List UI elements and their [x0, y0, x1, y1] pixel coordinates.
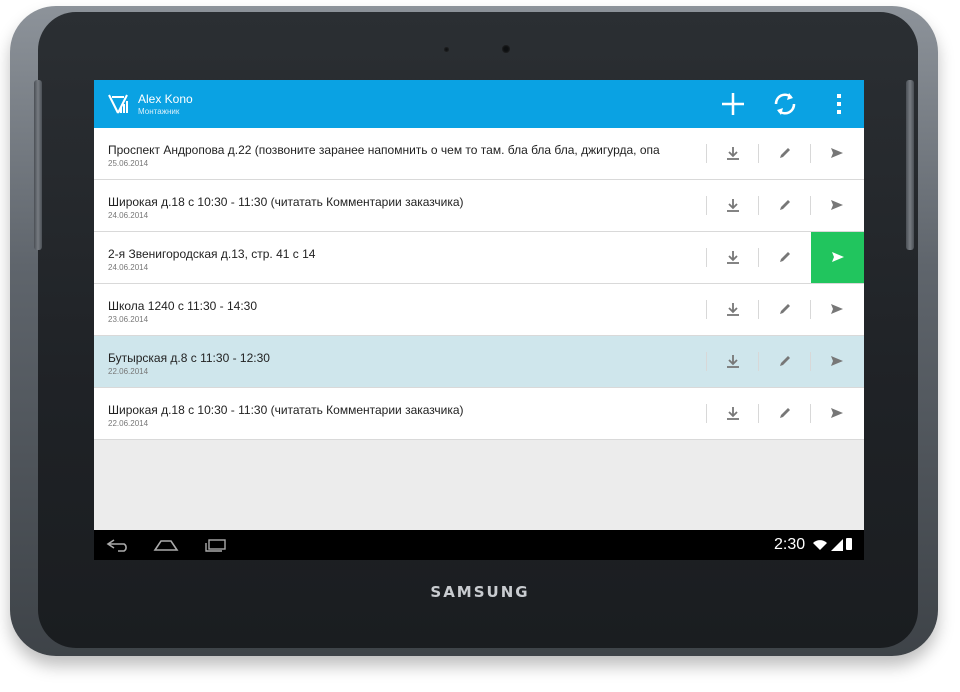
home-button[interactable]	[152, 536, 180, 554]
order-date: 25.06.2014	[108, 159, 149, 168]
download-icon	[727, 407, 739, 420]
download-icon	[727, 355, 739, 368]
send-icon	[831, 200, 843, 210]
order-date: 24.06.2014	[108, 263, 149, 272]
pencil-icon	[780, 408, 790, 418]
home-icon	[153, 540, 179, 551]
send-icon	[831, 148, 843, 158]
send-icon	[831, 408, 843, 418]
download-button[interactable]	[721, 297, 745, 321]
send-button-active[interactable]	[811, 232, 864, 283]
system-nav-bar: 2:30	[94, 530, 864, 560]
pencil-icon	[780, 356, 790, 366]
send-button[interactable]	[825, 349, 849, 373]
left-grip	[34, 80, 42, 250]
download-icon	[727, 199, 739, 212]
divider	[758, 300, 759, 319]
send-button[interactable]	[825, 297, 849, 321]
download-button[interactable]	[721, 193, 745, 217]
edit-button[interactable]	[773, 297, 797, 321]
right-grip	[906, 80, 914, 250]
divider	[706, 248, 707, 267]
order-title: Школа 1240 с 11:30 - 14:30	[108, 299, 257, 313]
edit-button[interactable]	[773, 349, 797, 373]
send-icon	[831, 304, 843, 314]
sensor	[444, 47, 449, 52]
edit-button[interactable]	[773, 141, 797, 165]
order-row[interactable]: Проспект Андропова д.22 (позвоните заран…	[94, 128, 864, 180]
divider	[706, 352, 707, 371]
user-role: Монтажник	[138, 107, 180, 116]
edit-button[interactable]	[773, 401, 797, 425]
send-button[interactable]	[825, 193, 849, 217]
order-title: Проспект Андропова д.22 (позвоните заран…	[108, 143, 660, 157]
recents-icon	[205, 539, 226, 552]
edit-button[interactable]	[773, 193, 797, 217]
divider	[810, 144, 811, 163]
pencil-icon	[780, 252, 790, 262]
order-row-selected[interactable]: Бутырская д.8 с 11:30 - 12:30 22.06.2014	[94, 336, 864, 388]
download-icon	[727, 147, 739, 160]
divider	[758, 196, 759, 215]
download-icon	[727, 303, 739, 316]
order-row[interactable]: Широкая д.18 с 10:30 - 11:30 (читатать К…	[94, 180, 864, 232]
order-title: Широкая д.18 с 10:30 - 11:30 (читатать К…	[108, 403, 464, 417]
divider	[758, 248, 759, 267]
send-icon	[832, 252, 844, 262]
divider	[706, 404, 707, 423]
front-camera	[502, 45, 510, 53]
more-vert-icon	[837, 94, 841, 114]
action-bar: Alex Kono Монтажник	[94, 80, 864, 128]
order-title: 2-я Звенигородская д.13, стр. 41 с 14	[108, 247, 316, 261]
divider	[758, 144, 759, 163]
back-icon	[106, 539, 127, 552]
add-button[interactable]	[715, 86, 751, 122]
orders-list: Проспект Андропова д.22 (позвоните заран…	[94, 128, 864, 440]
sync-icon	[774, 93, 796, 115]
divider	[810, 300, 811, 319]
download-button[interactable]	[721, 401, 745, 425]
download-button[interactable]	[721, 141, 745, 165]
order-title: Широкая д.18 с 10:30 - 11:30 (читатать К…	[108, 195, 464, 209]
order-title: Бутырская д.8 с 11:30 - 12:30	[108, 351, 270, 365]
send-button[interactable]	[825, 141, 849, 165]
signal-icon	[831, 539, 843, 551]
order-date: 23.06.2014	[108, 315, 149, 324]
pencil-icon	[780, 304, 790, 314]
clock: 2:30	[774, 536, 806, 553]
send-icon	[831, 356, 843, 366]
order-row[interactable]: Широкая д.18 с 10:30 - 11:30 (читатать К…	[94, 388, 864, 440]
divider	[706, 196, 707, 215]
download-button[interactable]	[721, 349, 745, 373]
order-row[interactable]: 2-я Звенигородская д.13, стр. 41 с 14 24…	[94, 232, 864, 284]
send-button[interactable]	[825, 401, 849, 425]
divider	[758, 404, 759, 423]
screen: Alex Kono Монтажник Проспект Андропова д…	[94, 80, 864, 560]
wifi-icon	[813, 540, 827, 550]
back-button[interactable]	[104, 536, 132, 554]
brand-logo: SAMSUNG	[430, 583, 530, 601]
sync-button[interactable]	[767, 86, 803, 122]
signal-logo-icon	[108, 94, 128, 114]
user-name: Alex Kono	[138, 92, 193, 106]
battery-icon	[846, 538, 852, 550]
divider	[810, 352, 811, 371]
divider	[758, 352, 759, 371]
plus-icon	[722, 93, 744, 115]
divider	[810, 196, 811, 215]
edit-button[interactable]	[773, 245, 797, 269]
order-date: 24.06.2014	[108, 211, 149, 220]
download-button[interactable]	[721, 245, 745, 269]
divider	[706, 144, 707, 163]
order-date: 22.06.2014	[108, 419, 149, 428]
divider	[706, 300, 707, 319]
order-date: 22.06.2014	[108, 367, 149, 376]
divider	[810, 404, 811, 423]
download-icon	[727, 251, 739, 264]
overflow-menu-button[interactable]	[821, 86, 857, 122]
order-row[interactable]: Школа 1240 с 11:30 - 14:30 23.06.2014	[94, 284, 864, 336]
pencil-icon	[780, 200, 790, 210]
recents-button[interactable]	[202, 536, 230, 554]
pencil-icon	[780, 148, 790, 158]
